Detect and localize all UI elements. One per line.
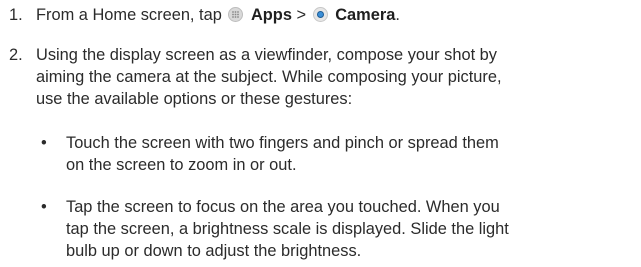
apps-grid-icon [228, 7, 244, 22]
step-number: 1. [9, 6, 23, 24]
apps-label: Apps [250, 6, 292, 24]
bullet-1-line-1: Touch the screen with two fingers and pi… [66, 134, 499, 152]
step-2-line-3: use the available options or these gestu… [36, 90, 353, 108]
path-separator: > [296, 6, 307, 24]
bullet-text: Touch the screen with two fingers and pi… [66, 132, 638, 176]
step-1-text: From a Home screen, tap [36, 6, 222, 24]
instructions-document: 1. From a Home screen, tap Apps > Camera… [0, 0, 641, 267]
bullet-text: Tap the screen to focus on the area you … [66, 196, 638, 262]
camera-label: Camera [335, 6, 396, 24]
step-number: 2. [9, 46, 23, 64]
bullet-2-line-1: Tap the screen to focus on the area you … [66, 198, 500, 216]
camera-icon [312, 7, 328, 22]
bullet-symbol: • [41, 198, 47, 216]
step-1-period: . [395, 6, 400, 24]
step-2-line-2: aiming the camera at the subject. While … [36, 68, 502, 86]
bullet-1-line-2: on the screen to zoom in or out. [66, 156, 297, 174]
bullet-2-line-2: tap the screen, a brightness scale is di… [66, 220, 509, 238]
step-2-line-1: Using the display screen as a viewfinder… [36, 46, 497, 64]
bullet-symbol: • [41, 134, 47, 152]
step-text: From a Home screen, tap Apps > Camera. [36, 4, 636, 26]
bullet-2-line-3: bulb up or down to adjust the brightness… [66, 242, 362, 260]
step-text: Using the display screen as a viewfinder… [36, 44, 636, 110]
